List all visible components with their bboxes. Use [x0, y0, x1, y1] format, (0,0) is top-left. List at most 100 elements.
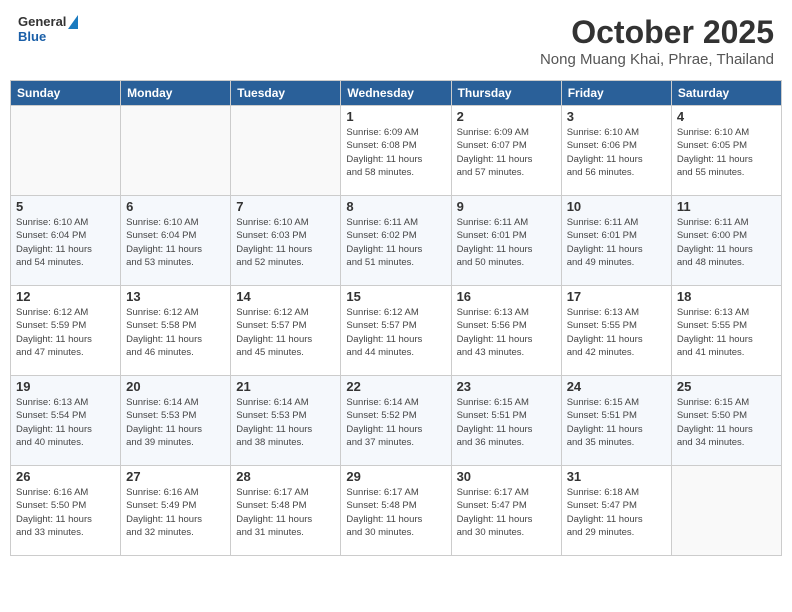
weekday-header-cell: Sunday	[11, 81, 121, 106]
page-header: General Blue October 2025 Nong Muang Kha…	[10, 10, 782, 72]
calendar-cell: 21 Sunrise: 6:14 AM Sunset: 5:53 PM Dayli…	[231, 376, 341, 466]
day-info: Sunrise: 6:10 AM Sunset: 6:06 PM Dayligh…	[567, 126, 666, 179]
day-info: Sunrise: 6:15 AM Sunset: 5:51 PM Dayligh…	[567, 396, 666, 449]
day-number: 23	[457, 379, 556, 394]
day-info: Sunrise: 6:10 AM Sunset: 6:05 PM Dayligh…	[677, 126, 776, 179]
day-info: Sunrise: 6:11 AM Sunset: 6:00 PM Dayligh…	[677, 216, 776, 269]
day-number: 5	[16, 199, 115, 214]
day-number: 31	[567, 469, 666, 484]
day-number: 22	[346, 379, 445, 394]
day-info: Sunrise: 6:11 AM Sunset: 6:01 PM Dayligh…	[457, 216, 556, 269]
day-number: 27	[126, 469, 225, 484]
day-info: Sunrise: 6:13 AM Sunset: 5:55 PM Dayligh…	[567, 306, 666, 359]
day-number: 13	[126, 289, 225, 304]
calendar-body: 1 Sunrise: 6:09 AM Sunset: 6:08 PM Daylig…	[11, 106, 782, 556]
day-info: Sunrise: 6:12 AM Sunset: 5:57 PM Dayligh…	[346, 306, 445, 359]
day-number: 2	[457, 109, 556, 124]
calendar-cell: 4 Sunrise: 6:10 AM Sunset: 6:05 PM Daylig…	[671, 106, 781, 196]
calendar-cell: 27 Sunrise: 6:16 AM Sunset: 5:49 PM Dayli…	[121, 466, 231, 556]
day-number: 19	[16, 379, 115, 394]
day-info: Sunrise: 6:16 AM Sunset: 5:49 PM Dayligh…	[126, 486, 225, 539]
calendar-cell	[231, 106, 341, 196]
calendar-cell: 26 Sunrise: 6:16 AM Sunset: 5:50 PM Dayli…	[11, 466, 121, 556]
weekday-header-cell: Saturday	[671, 81, 781, 106]
calendar-cell: 30 Sunrise: 6:17 AM Sunset: 5:47 PM Dayli…	[451, 466, 561, 556]
day-info: Sunrise: 6:09 AM Sunset: 6:08 PM Dayligh…	[346, 126, 445, 179]
logo-icon	[68, 15, 78, 29]
day-info: Sunrise: 6:13 AM Sunset: 5:54 PM Dayligh…	[16, 396, 115, 449]
calendar-cell: 23 Sunrise: 6:15 AM Sunset: 5:51 PM Dayli…	[451, 376, 561, 466]
day-info: Sunrise: 6:16 AM Sunset: 5:50 PM Dayligh…	[16, 486, 115, 539]
day-info: Sunrise: 6:18 AM Sunset: 5:47 PM Dayligh…	[567, 486, 666, 539]
day-number: 4	[677, 109, 776, 124]
day-number: 9	[457, 199, 556, 214]
day-info: Sunrise: 6:10 AM Sunset: 6:04 PM Dayligh…	[16, 216, 115, 269]
day-info: Sunrise: 6:12 AM Sunset: 5:57 PM Dayligh…	[236, 306, 335, 359]
day-number: 20	[126, 379, 225, 394]
calendar-cell	[121, 106, 231, 196]
calendar-cell: 2Sunrise: 6:09 AM Sunset: 6:07 PM Daylig…	[451, 106, 561, 196]
calendar-cell: 3 Sunrise: 6:10 AM Sunset: 6:06 PM Daylig…	[561, 106, 671, 196]
day-number: 21	[236, 379, 335, 394]
calendar-cell: 25 Sunrise: 6:15 AM Sunset: 5:50 PM Dayli…	[671, 376, 781, 466]
day-number: 10	[567, 199, 666, 214]
calendar-cell	[671, 466, 781, 556]
location-text: Nong Muang Khai, Phrae, Thailand	[540, 51, 774, 68]
calendar-cell: 9 Sunrise: 6:11 AM Sunset: 6:01 PM Daylig…	[451, 196, 561, 286]
calendar-cell: 15 Sunrise: 6:12 AM Sunset: 5:57 PM Dayli…	[341, 286, 451, 376]
day-number: 7	[236, 199, 335, 214]
calendar-cell: 11Sunrise: 6:11 AM Sunset: 6:00 PM Dayli…	[671, 196, 781, 286]
day-number: 30	[457, 469, 556, 484]
day-number: 17	[567, 289, 666, 304]
calendar-cell: 18 Sunrise: 6:13 AM Sunset: 5:55 PM Dayli…	[671, 286, 781, 376]
day-info: Sunrise: 6:14 AM Sunset: 5:52 PM Dayligh…	[346, 396, 445, 449]
day-info: Sunrise: 6:10 AM Sunset: 6:04 PM Dayligh…	[126, 216, 225, 269]
weekday-header-cell: Friday	[561, 81, 671, 106]
day-number: 29	[346, 469, 445, 484]
day-info: Sunrise: 6:13 AM Sunset: 5:56 PM Dayligh…	[457, 306, 556, 359]
day-info: Sunrise: 6:13 AM Sunset: 5:55 PM Dayligh…	[677, 306, 776, 359]
day-number: 28	[236, 469, 335, 484]
day-number: 16	[457, 289, 556, 304]
day-info: Sunrise: 6:11 AM Sunset: 6:02 PM Dayligh…	[346, 216, 445, 269]
day-info: Sunrise: 6:17 AM Sunset: 5:47 PM Dayligh…	[457, 486, 556, 539]
day-info: Sunrise: 6:14 AM Sunset: 5:53 PM Dayligh…	[236, 396, 335, 449]
day-number: 15	[346, 289, 445, 304]
day-info: Sunrise: 6:15 AM Sunset: 5:50 PM Dayligh…	[677, 396, 776, 449]
weekday-header-cell: Monday	[121, 81, 231, 106]
weekday-header-row: SundayMondayTuesdayWednesdayThursdayFrid…	[11, 81, 782, 106]
calendar-week-row: 1 Sunrise: 6:09 AM Sunset: 6:08 PM Daylig…	[11, 106, 782, 196]
calendar-week-row: 26 Sunrise: 6:16 AM Sunset: 5:50 PM Dayli…	[11, 466, 782, 556]
day-info: Sunrise: 6:17 AM Sunset: 5:48 PM Dayligh…	[236, 486, 335, 539]
calendar-cell: 28 Sunrise: 6:17 AM Sunset: 5:48 PM Dayli…	[231, 466, 341, 556]
day-number: 18	[677, 289, 776, 304]
day-info: Sunrise: 6:12 AM Sunset: 5:59 PM Dayligh…	[16, 306, 115, 359]
day-number: 12	[16, 289, 115, 304]
calendar-cell: 10 Sunrise: 6:11 AM Sunset: 6:01 PM Dayli…	[561, 196, 671, 286]
day-info: Sunrise: 6:14 AM Sunset: 5:53 PM Dayligh…	[126, 396, 225, 449]
day-number: 25	[677, 379, 776, 394]
day-number: 24	[567, 379, 666, 394]
day-number: 8	[346, 199, 445, 214]
calendar-cell: 8 Sunrise: 6:11 AM Sunset: 6:02 PM Daylig…	[341, 196, 451, 286]
logo-general-text: General	[18, 14, 66, 29]
calendar-table: SundayMondayTuesdayWednesdayThursdayFrid…	[10, 80, 782, 556]
calendar-week-row: 5 Sunrise: 6:10 AM Sunset: 6:04 PM Daylig…	[11, 196, 782, 286]
calendar-cell	[11, 106, 121, 196]
calendar-cell: 13Sunrise: 6:12 AM Sunset: 5:58 PM Dayli…	[121, 286, 231, 376]
day-info: Sunrise: 6:11 AM Sunset: 6:01 PM Dayligh…	[567, 216, 666, 269]
day-info: Sunrise: 6:10 AM Sunset: 6:03 PM Dayligh…	[236, 216, 335, 269]
day-number: 14	[236, 289, 335, 304]
day-info: Sunrise: 6:15 AM Sunset: 5:51 PM Dayligh…	[457, 396, 556, 449]
calendar-cell: 31 Sunrise: 6:18 AM Sunset: 5:47 PM Dayli…	[561, 466, 671, 556]
day-number: 3	[567, 109, 666, 124]
month-title: October 2025	[540, 14, 774, 51]
calendar-cell: 17 Sunrise: 6:13 AM Sunset: 5:55 PM Dayli…	[561, 286, 671, 376]
calendar-cell: 1 Sunrise: 6:09 AM Sunset: 6:08 PM Daylig…	[341, 106, 451, 196]
day-number: 1	[346, 109, 445, 124]
day-number: 6	[126, 199, 225, 214]
day-info: Sunrise: 6:17 AM Sunset: 5:48 PM Dayligh…	[346, 486, 445, 539]
day-number: 26	[16, 469, 115, 484]
calendar-week-row: 19 Sunrise: 6:13 AM Sunset: 5:54 PM Dayli…	[11, 376, 782, 466]
title-block: October 2025 Nong Muang Khai, Phrae, Tha…	[540, 14, 774, 68]
